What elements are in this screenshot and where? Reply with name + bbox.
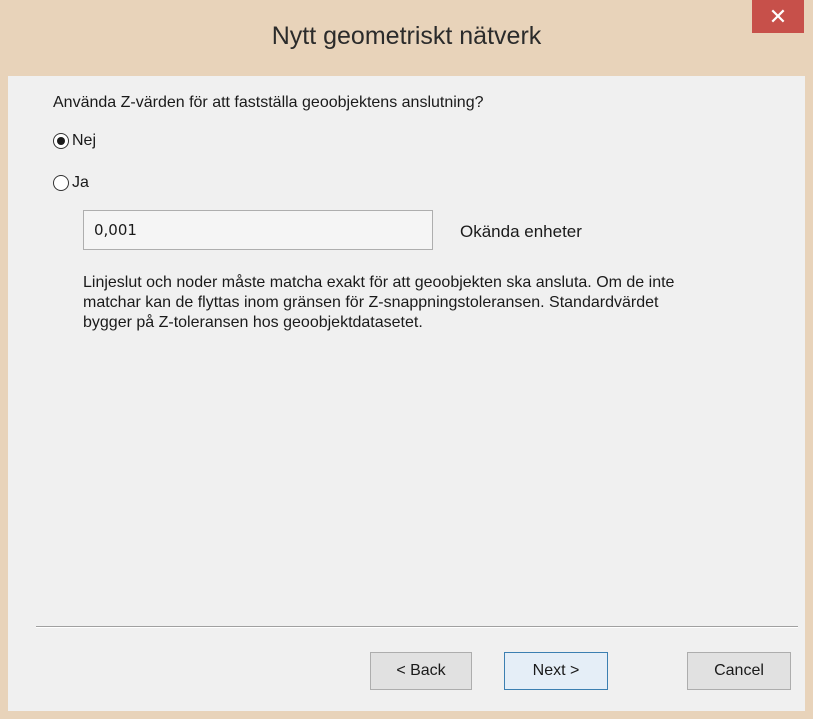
radio-option-nej[interactable]: Nej <box>53 132 96 150</box>
question-label: Använda Z-värden för att fastställa geoo… <box>53 94 484 111</box>
title-bar[interactable]: Nytt geometriskt nätverk ✕ <box>0 0 813 76</box>
radio-button-nej[interactable] <box>53 133 69 149</box>
radio-button-ja[interactable] <box>53 175 69 191</box>
cancel-button[interactable]: Cancel <box>687 652 791 690</box>
dialog-title: Nytt geometriskt nätverk <box>271 22 542 50</box>
tolerance-input[interactable] <box>83 210 433 250</box>
close-icon: ✕ <box>768 4 788 29</box>
close-button[interactable]: ✕ <box>752 0 804 33</box>
radio-option-ja[interactable]: Ja <box>53 174 89 192</box>
radio-label-nej: Nej <box>72 132 97 149</box>
dialog-window: Nytt geometriskt nätverk ✕ Använda Z-vär… <box>0 0 813 719</box>
dialog-content: Använda Z-värden för att fastställa geoo… <box>8 76 805 711</box>
radio-label-ja: Ja <box>72 174 89 191</box>
unit-label: Okända enheter <box>460 222 582 241</box>
button-separator <box>36 626 798 628</box>
back-button[interactable]: < Back <box>370 652 472 690</box>
description-text: Linjeslut och noder måste matcha exakt f… <box>83 274 675 331</box>
next-button[interactable]: Next > <box>504 652 608 690</box>
